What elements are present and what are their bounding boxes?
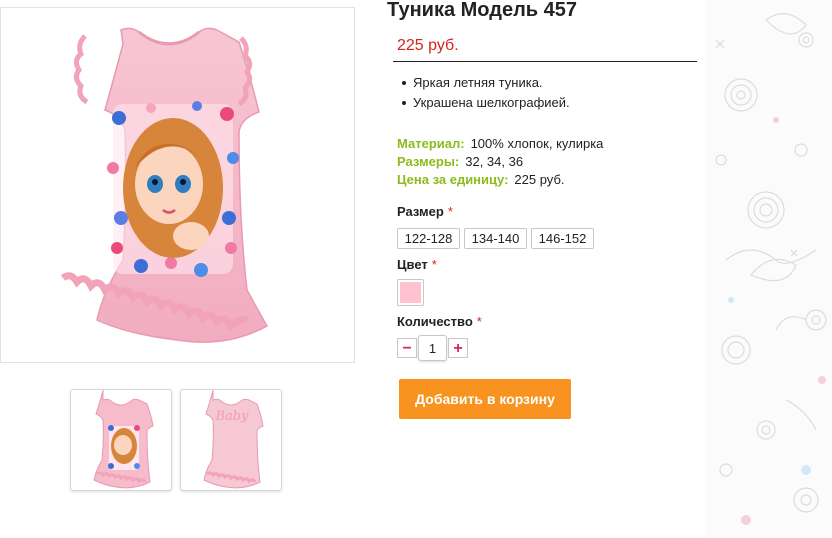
product-main-image[interactable]	[0, 7, 355, 363]
required-mark: *	[431, 257, 437, 272]
spec-key: Материал:	[397, 136, 465, 151]
quantity-increment-button[interactable]: +	[448, 338, 468, 358]
tunic-front-illustration	[60, 27, 269, 343]
thumbnail-front[interactable]	[70, 389, 172, 491]
size-option-146-152[interactable]: 146-152	[531, 228, 594, 249]
quantity-input[interactable]	[418, 335, 447, 361]
price-divider	[393, 61, 697, 62]
spec-table: Материал: 100% хлопок, кулирка Размеры: 32…	[397, 136, 603, 190]
size-label-text: Размер	[397, 204, 444, 219]
quantity-label: Количество *	[397, 314, 482, 329]
spec-key: Цена за единицу:	[397, 172, 509, 187]
tunic-front-thumbnail	[93, 390, 154, 489]
required-mark: *	[476, 314, 482, 329]
color-label: Цвет *	[397, 257, 437, 272]
spec-key: Размеры:	[397, 154, 460, 169]
quantity-label-text: Количество	[397, 314, 473, 329]
product-price: 225 руб.	[397, 37, 459, 54]
floral-doodle-pattern	[715, 13, 827, 525]
feature-item: Украшена шелкографией.	[402, 95, 570, 115]
quantity-decrement-button[interactable]: −	[397, 338, 417, 358]
size-option-122-128[interactable]: 122-128	[397, 228, 460, 249]
spec-row-sizes: Размеры: 32, 34, 36	[397, 154, 603, 172]
size-label: Размер *	[397, 204, 453, 219]
spec-value: 100% хлопок, кулирка	[470, 136, 604, 151]
feature-item: Яркая летняя туника.	[402, 75, 570, 95]
spec-value: 225 руб.	[514, 172, 565, 187]
product-title: Туника Модель 457	[387, 0, 577, 21]
spec-row-unit-price: Цена за единицу: 225 руб.	[397, 172, 603, 190]
thumbnail-back[interactable]: Baby	[180, 389, 282, 491]
decorative-pattern-background	[706, 0, 832, 538]
spec-row-material: Материал: 100% хлопок, кулирка	[397, 136, 603, 154]
tunic-back-thumbnail: Baby	[203, 390, 264, 489]
swatch-fill	[400, 282, 421, 303]
size-option-134-140[interactable]: 134-140	[464, 228, 527, 249]
feature-list: Яркая летняя туника. Украшена шелкографи…	[402, 75, 570, 115]
required-mark: *	[447, 204, 453, 219]
back-print-text: Baby	[215, 409, 250, 424]
spec-value: 32, 34, 36	[465, 154, 524, 169]
add-to-cart-button[interactable]: Добавить в корзину	[399, 379, 571, 419]
color-swatch-pink[interactable]	[397, 279, 424, 306]
color-label-text: Цвет	[397, 257, 428, 272]
